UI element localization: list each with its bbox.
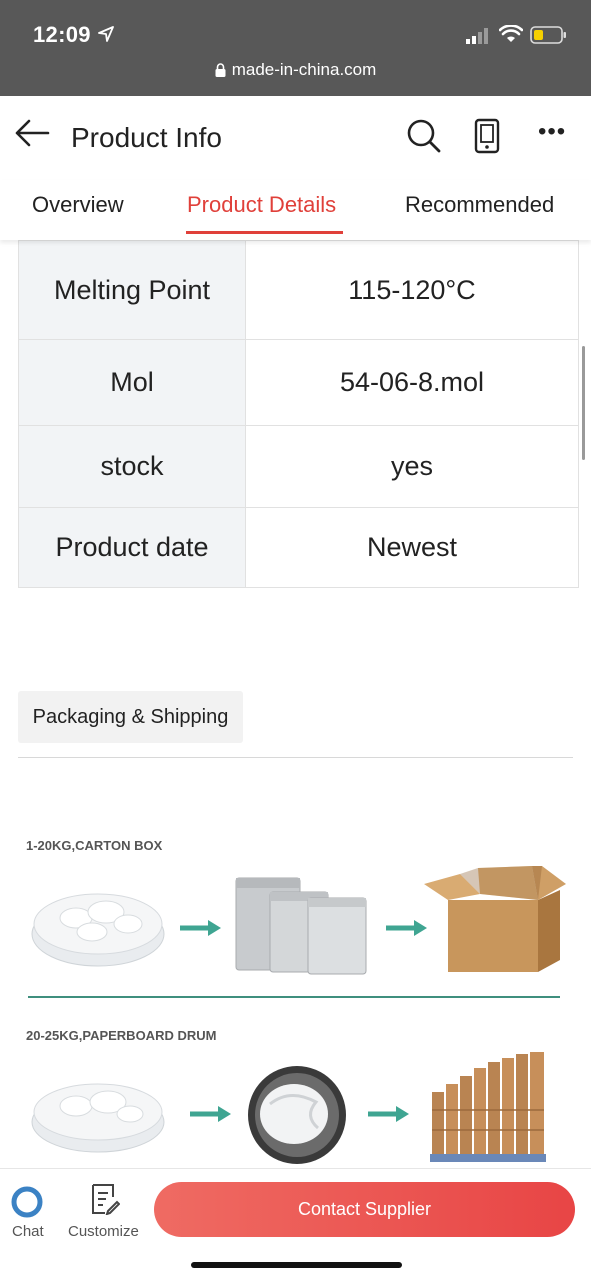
home-indicator[interactable] — [191, 1262, 402, 1268]
spec-key: Mol — [18, 339, 246, 426]
battery-icon — [530, 26, 566, 44]
tab-product-details[interactable]: Product Details — [187, 192, 336, 218]
pack-option-1-label: 1-20KG,CARTON BOX — [26, 838, 163, 853]
table-row: stock yes — [18, 425, 579, 508]
packaging-shipping-label: Packaging & Shipping — [18, 691, 243, 743]
spec-table: Melting Point 115-120°C Mol 54-06-8.mol … — [18, 240, 579, 588]
foil-bags-image — [235, 877, 367, 975]
tab-bar: Overview Product Details Recommended — [0, 180, 591, 240]
drum-pallet-image — [430, 1052, 546, 1162]
lock-icon — [215, 63, 226, 77]
tab-overview[interactable]: Overview — [32, 192, 124, 218]
paperboard-drum-image — [248, 1066, 346, 1164]
table-row: Melting Point 115-120°C — [18, 240, 579, 340]
spec-key: Melting Point — [18, 240, 246, 340]
pack-option-2-label: 20-25KG,PAPERBOARD DRUM — [26, 1028, 217, 1043]
active-tab-indicator — [186, 231, 343, 234]
spec-value: Newest — [245, 507, 579, 588]
url-bar[interactable]: made-in-china.com — [0, 60, 591, 80]
chat-label[interactable]: Chat — [12, 1223, 44, 1240]
arrow-icon — [368, 1106, 409, 1122]
page-title: Product Info — [71, 122, 222, 153]
search-icon[interactable] — [406, 118, 442, 154]
arrow-icon — [190, 1106, 231, 1122]
spec-key: Product date — [18, 507, 246, 588]
contact-supplier-button[interactable]: Contact Supplier — [154, 1182, 575, 1237]
status-time: 12:09 — [33, 22, 91, 47]
browser-chrome: 12:09 made-in-china.com — [0, 0, 591, 96]
spec-value: yes — [245, 425, 579, 508]
more-options-icon[interactable]: ••• — [538, 120, 566, 144]
wifi-icon — [499, 25, 523, 42]
url-domain: made-in-china.com — [231, 60, 377, 79]
page-header: Product Info ••• — [0, 96, 591, 180]
back-arrow-icon[interactable] — [14, 118, 50, 148]
arrow-icon — [180, 920, 221, 936]
customize-label[interactable]: Customize — [68, 1223, 139, 1240]
divider — [28, 996, 560, 998]
tab-recommended[interactable]: Recommended — [405, 192, 554, 218]
divider — [18, 757, 573, 758]
table-row: Mol 54-06-8.mol — [18, 339, 579, 426]
powder-dish-image — [31, 893, 165, 967]
signal-icon — [466, 28, 488, 44]
spec-value: 115-120°C — [245, 240, 579, 340]
carton-box-image — [424, 866, 566, 972]
bottom-action-bar: Chat Customize Contact Supplier — [0, 1168, 591, 1280]
spec-value: 54-06-8.mol — [245, 339, 579, 426]
scrollbar[interactable] — [582, 346, 585, 460]
chat-icon[interactable] — [10, 1185, 44, 1219]
table-row: Product date Newest — [18, 507, 579, 588]
location-arrow-icon — [98, 26, 114, 42]
spec-key: stock — [18, 425, 246, 508]
customize-icon[interactable] — [90, 1183, 120, 1215]
mobile-phone-icon[interactable] — [473, 118, 501, 154]
powder-dish-image — [31, 1083, 165, 1153]
